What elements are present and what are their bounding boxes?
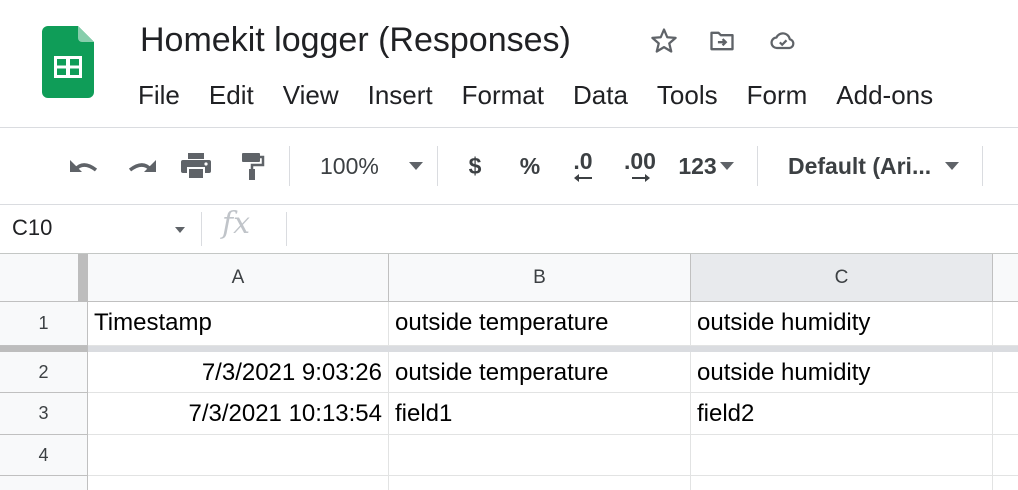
cloud-saved-icon[interactable] — [766, 26, 800, 56]
cell-d1[interactable] — [993, 302, 1018, 346]
percent-format-button[interactable]: % — [510, 144, 550, 188]
menu-insert[interactable]: Insert — [368, 78, 433, 112]
currency-format-button[interactable]: $ — [455, 144, 495, 188]
font-select-value: Default (Ari... — [788, 152, 932, 179]
undo-icon[interactable] — [62, 144, 106, 188]
menu-data[interactable]: Data — [573, 78, 628, 112]
spreadsheet-grid: A B C 1 Timestamp outside temperature ou… — [0, 254, 1018, 490]
column-header-a[interactable]: A — [88, 254, 389, 302]
select-all-corner[interactable] — [0, 254, 88, 302]
chevron-down-icon — [719, 162, 734, 170]
cell-a1[interactable]: Timestamp — [88, 302, 389, 346]
menu-bar: File Edit View Insert Format Data Tools … — [138, 78, 962, 112]
cell-a5[interactable] — [88, 476, 389, 490]
cell-d3[interactable] — [993, 393, 1018, 435]
cell-c2[interactable]: outside humidity — [691, 352, 993, 393]
redo-icon[interactable] — [120, 144, 164, 188]
cell-b1[interactable]: outside temperature — [389, 302, 691, 346]
column-header-d[interactable] — [993, 254, 1018, 302]
name-box-value: C10 — [12, 215, 53, 240]
row-header-5[interactable] — [0, 476, 88, 490]
cell-a4[interactable] — [88, 435, 389, 476]
cell-c1[interactable]: outside humidity — [691, 302, 993, 346]
increase-decimal-button[interactable]: .00 — [616, 144, 664, 188]
zoom-value: 100% — [320, 152, 379, 179]
arrow-left-icon — [574, 174, 592, 182]
move-to-folder-icon[interactable] — [705, 26, 739, 56]
formula-input[interactable] — [296, 212, 996, 246]
cell-a3[interactable]: 7/3/2021 10:13:54 — [88, 393, 389, 435]
menu-tools[interactable]: Tools — [657, 78, 718, 112]
zoom-select[interactable]: 100% — [306, 144, 430, 188]
document-title[interactable]: Homekit logger (Responses) — [140, 18, 571, 62]
row-header-2[interactable]: 2 — [0, 352, 88, 393]
decrease-decimal-button[interactable]: .0 — [563, 144, 603, 188]
paint-format-icon[interactable] — [230, 144, 274, 188]
font-select[interactable]: Default (Ari... — [778, 144, 968, 188]
formula-bar-separator — [201, 212, 202, 246]
cell-c4[interactable] — [691, 435, 993, 476]
sheets-logo[interactable] — [42, 26, 94, 98]
toolbar-separator — [437, 146, 438, 186]
toolbar-separator — [982, 146, 983, 186]
cell-a2[interactable]: 7/3/2021 9:03:26 — [88, 352, 389, 393]
column-header-b[interactable]: B — [389, 254, 691, 302]
column-freeze-handle[interactable] — [78, 254, 88, 302]
cell-c5[interactable] — [691, 476, 993, 490]
row-header-1[interactable]: 1 — [0, 302, 88, 346]
row-header-3[interactable]: 3 — [0, 393, 88, 435]
menu-edit[interactable]: Edit — [209, 78, 254, 112]
chevron-down-icon — [945, 162, 960, 170]
cell-d2[interactable] — [993, 352, 1018, 393]
cell-b3[interactable]: field1 — [389, 393, 691, 435]
cell-b5[interactable] — [389, 476, 691, 490]
menu-view[interactable]: View — [283, 78, 339, 112]
star-icon[interactable] — [647, 26, 681, 56]
toolbar: 100% $ % .0 .00 123 Default (Ari... — [0, 128, 1018, 204]
increase-decimal-label: .00 — [624, 148, 656, 174]
arrow-right-icon — [632, 174, 650, 182]
cell-d4[interactable] — [993, 435, 1018, 476]
menu-form[interactable]: Form — [747, 78, 808, 112]
cell-b2[interactable]: outside temperature — [389, 352, 691, 393]
column-header-c[interactable]: C — [691, 254, 993, 302]
menu-format[interactable]: Format — [462, 78, 544, 112]
number-format-label: 123 — [678, 152, 717, 179]
menu-file[interactable]: File — [138, 78, 180, 112]
toolbar-separator — [757, 146, 758, 186]
cell-b4[interactable] — [389, 435, 691, 476]
print-icon[interactable] — [174, 144, 218, 188]
formula-bar-separator — [286, 212, 287, 246]
number-format-select[interactable]: 123 — [672, 144, 740, 188]
name-box[interactable]: C10 — [0, 205, 200, 253]
cell-c3[interactable]: field2 — [691, 393, 993, 435]
row-header-4[interactable]: 4 — [0, 435, 88, 476]
toolbar-separator — [289, 146, 290, 186]
decrease-decimal-label: .0 — [573, 148, 593, 174]
chevron-down-icon — [175, 227, 185, 233]
fx-icon: fx — [222, 206, 251, 241]
menu-add-ons[interactable]: Add-ons — [836, 78, 933, 112]
chevron-down-icon — [408, 162, 423, 170]
